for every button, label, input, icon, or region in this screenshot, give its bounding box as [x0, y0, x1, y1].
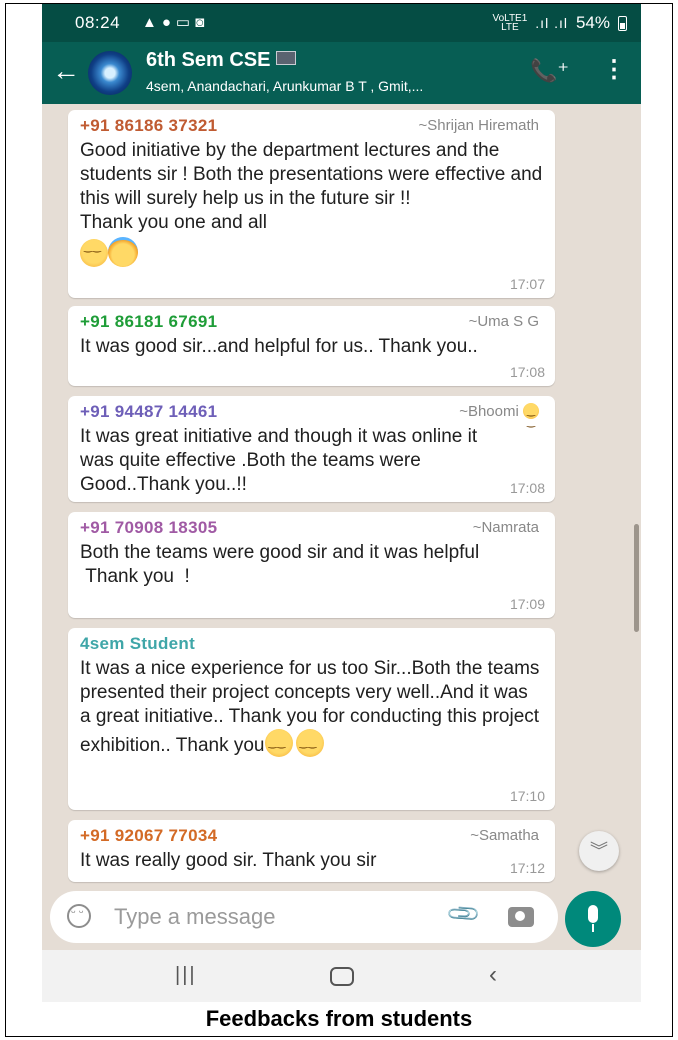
message-text: Both the teams were good sir and it was … [80, 542, 480, 587]
message-time: 17:08 [509, 364, 545, 380]
emoji-icon[interactable] [67, 904, 91, 928]
smiling-emoji-icon [295, 729, 324, 757]
blushing-emoji-icon [523, 403, 539, 428]
android-nav-bar: ||| ‹ [42, 950, 641, 1002]
emoji-row [80, 237, 543, 267]
phone-screen: 08:24 ▲●▭◙ VoLTE1 LTE .ıl .ıl 54% ← 6th … [42, 4, 641, 1002]
message-alias: ~Namrata [472, 519, 539, 536]
message-text: It was really good sir. Thank you sir [80, 850, 377, 871]
message-time: 17:08 [509, 480, 545, 496]
figure-caption: Feedbacks from students [205, 1006, 473, 1031]
recent-apps-icon[interactable]: ||| [175, 964, 197, 987]
smiling-emoji-icon [80, 239, 108, 267]
nav-back-icon[interactable]: ‹ [489, 961, 497, 989]
back-arrow-icon[interactable]: ← [52, 54, 80, 88]
message-text: It was a nice experience for us too Sir.… [80, 657, 543, 758]
message-text: It was good sir...and helpful for us.. T… [80, 336, 478, 357]
status-time: 08:24 [75, 13, 121, 32]
scroll-down-icon[interactable]: ︾ [579, 831, 619, 871]
group-title[interactable]: 6th Sem CSE [146, 49, 297, 72]
laptop-icon [276, 51, 297, 65]
attach-icon[interactable]: 📎 [445, 895, 483, 933]
scrollbar-thumb[interactable] [634, 524, 639, 632]
halo-emoji-icon [108, 237, 138, 267]
group-members[interactable]: 4sem, Anandachari, Arunkumar B T , Gmit,… [146, 78, 526, 94]
chat-area[interactable]: +91 86186 37321 ~Shrijan Hiremath Good i… [42, 104, 641, 884]
mic-icon [588, 905, 598, 923]
group-avatar[interactable] [88, 51, 132, 95]
message-time: 17:12 [509, 860, 545, 876]
message-input-bar[interactable]: Type a message 📎 [50, 891, 558, 943]
message-alias: ~Samatha [470, 827, 539, 844]
battery-icon [618, 15, 627, 31]
network-type: VoLTE1 LTE [492, 13, 528, 33]
message-text: Good initiative by the department lectur… [80, 140, 543, 233]
message-time: 17:09 [509, 596, 545, 612]
more-vert-icon[interactable]: ⋮ [602, 55, 626, 84]
message-bubble[interactable]: +91 92067 77034 ~Samatha It was really g… [68, 820, 555, 882]
chat-header: ← 6th Sem CSE 4sem, Anandachari, Arunkum… [42, 42, 641, 104]
message-input[interactable]: Type a message [114, 904, 275, 930]
message-bubble[interactable]: +91 70908 18305 ~Namrata Both the teams … [68, 512, 555, 618]
message-alias: ~Uma S G [468, 313, 539, 330]
home-icon[interactable] [330, 967, 354, 986]
message-alias: ~Bhoomi [459, 403, 539, 428]
message-bubble[interactable]: +91 94487 14461 ~Bhoomi It was great ini… [68, 396, 555, 502]
message-bubble[interactable]: +91 86181 67691 ~Uma S G It was good sir… [68, 306, 555, 386]
notification-icons: ▲●▭◙ [142, 14, 210, 31]
message-bubble[interactable]: 4sem Student It was a nice experience fo… [68, 628, 555, 810]
signal-icon: .ıl .ıl [535, 15, 568, 31]
status-bar: 08:24 ▲●▭◙ VoLTE1 LTE .ıl .ıl 54% [42, 4, 641, 42]
mic-stand [592, 924, 594, 932]
status-right: VoLTE1 LTE .ıl .ıl 54% [492, 13, 627, 33]
message-bubble[interactable]: +91 86186 37321 ~Shrijan Hiremath Good i… [68, 110, 555, 298]
message-time: 17:10 [509, 788, 545, 804]
camera-icon[interactable] [508, 907, 534, 927]
message-time: 17:07 [509, 276, 545, 292]
mic-button[interactable] [565, 891, 621, 947]
message-text: It was great initiative and though it wa… [80, 426, 483, 495]
message-sender[interactable]: 4sem Student [80, 634, 543, 654]
add-call-icon[interactable]: 📞⁺ [530, 58, 569, 84]
smiling-emoji-icon [264, 729, 293, 757]
message-alias: ~Shrijan Hiremath [418, 117, 539, 134]
battery-level: 54% [575, 13, 610, 32]
